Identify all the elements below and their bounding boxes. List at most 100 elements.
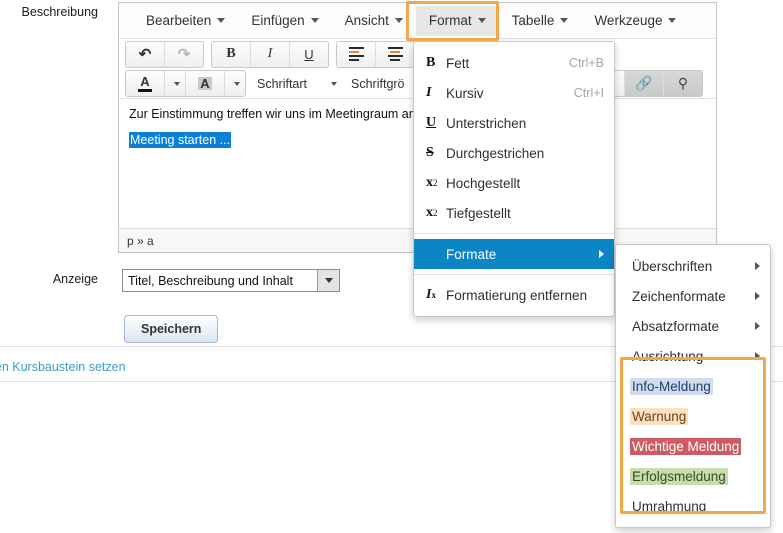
submenu-item-info-meldung[interactable]: Info-Meldung: [616, 371, 770, 401]
menu-item-hochgestellt[interactable]: x2 Hochgestellt: [414, 168, 614, 198]
align-left-button[interactable]: [337, 41, 376, 67]
menu-bearbeiten-label: Bearbeiten: [146, 13, 212, 28]
redo-icon: ↷: [177, 45, 191, 63]
chevron-down-icon: [217, 18, 226, 23]
menu-item-label: Kursiv: [446, 85, 484, 101]
formate-submenu: Überschriften Zeichenformate Absatzforma…: [615, 244, 771, 528]
menu-item-label: Formate: [446, 246, 497, 262]
align-center-icon: [387, 47, 403, 61]
menu-item-formate[interactable]: Formate: [414, 239, 614, 269]
element-path[interactable]: p » a: [127, 234, 154, 248]
text-color-dropdown[interactable]: [165, 71, 186, 96]
chevron-down-icon: [174, 81, 180, 86]
anzeige-select[interactable]: Titel, Beschreibung und Inhalt: [122, 269, 340, 292]
italic-icon: I: [426, 85, 432, 100]
underline-icon: U: [426, 115, 437, 130]
align-left-icon: [348, 47, 364, 61]
align-center-button[interactable]: [376, 41, 415, 67]
underline-icon: U: [304, 46, 314, 62]
menu-werkzeuge[interactable]: Werkzeuge: [581, 6, 689, 36]
submenu-item-warnung[interactable]: Warnung: [616, 401, 770, 431]
bold-icon: B: [226, 46, 236, 61]
bold-button[interactable]: B: [212, 41, 251, 67]
redo-button[interactable]: ↷: [165, 41, 203, 67]
superscript-icon: x2: [426, 175, 438, 190]
menu-ansicht-label: Ansicht: [344, 13, 389, 28]
submenu-item-ausrichtung[interactable]: Ausrichtung: [616, 341, 770, 371]
strikethrough-icon: S: [426, 145, 434, 160]
submenu-item-wichtige-meldung[interactable]: Wichtige Meldung: [616, 431, 770, 461]
save-button[interactable]: Speichern: [124, 315, 219, 343]
menu-item-formatierung-entfernen[interactable]: Ix Formatierung entfernen: [414, 280, 614, 310]
underline-button[interactable]: U: [290, 41, 328, 67]
menu-item-tiefgestellt[interactable]: x2 Tiefgestellt: [414, 198, 614, 228]
field-label-beschreibung: Beschreibung: [21, 5, 98, 19]
submenu-item-umrahmung[interactable]: Umrahmung: [616, 491, 770, 521]
insert-link-button[interactable]: 🔗: [625, 71, 664, 96]
menu-item-label: Fett: [446, 55, 470, 71]
menu-einfuegen[interactable]: Einfügen: [238, 6, 331, 36]
color-button-group: A A: [125, 70, 246, 97]
history-button-group: ↶ ↷: [125, 40, 204, 68]
submenu-item-label: Zeichenformate: [632, 288, 726, 304]
format-dropdown-menu: B Fett Ctrl+B I Kursiv Ctrl+I U Unterstr…: [413, 41, 615, 317]
menu-item-shortcut: Ctrl+I: [573, 86, 604, 100]
chevron-right-icon: [755, 262, 760, 270]
anzeige-select-value: Titel, Beschreibung und Inhalt: [128, 273, 293, 288]
background-color-button[interactable]: A: [186, 71, 225, 96]
text-color-button[interactable]: A: [126, 71, 165, 96]
menu-item-fett[interactable]: B Fett Ctrl+B: [414, 48, 614, 78]
chevron-down-icon: [317, 270, 339, 291]
font-family-label: Schriftart: [257, 76, 308, 91]
font-family-group: Schriftart Schriftgrö: [253, 71, 409, 96]
menu-item-label: Formatierung entfernen: [446, 287, 588, 303]
menu-bearbeiten[interactable]: Bearbeiten: [133, 6, 238, 36]
selected-link-text[interactable]: Meeting starten ...: [129, 132, 232, 148]
background-color-dropdown[interactable]: [225, 71, 245, 96]
submenu-item-label: Umrahmung: [632, 498, 707, 514]
chevron-down-icon: [560, 18, 569, 23]
link-icon: 🔗: [635, 75, 653, 91]
submenu-item-label: Ausrichtung: [632, 348, 704, 364]
chevron-down-icon: [310, 18, 319, 23]
font-family-caret[interactable]: [311, 71, 347, 96]
menu-item-durchgestrichen[interactable]: S Durchgestrichen: [414, 138, 614, 168]
menu-item-kursiv[interactable]: I Kursiv Ctrl+I: [414, 78, 614, 108]
undo-button[interactable]: ↶: [126, 41, 165, 67]
menu-item-label: Hochgestellt: [446, 175, 521, 191]
menu-format-label: Format: [428, 13, 472, 28]
submenu-item-label: Erfolgsmeldung: [630, 467, 728, 485]
menu-item-label: Tiefgestellt: [446, 205, 511, 221]
chevron-down-icon: [668, 18, 677, 23]
chevron-right-icon: [599, 250, 604, 258]
remove-link-button[interactable]: ⚲: [664, 71, 702, 96]
footer-link[interactable]: f diesen Kursbaustein setzen: [0, 360, 126, 374]
background-color-icon: A: [198, 76, 212, 91]
submenu-item-label: Absatzformate: [632, 318, 720, 334]
menu-format[interactable]: Format: [415, 5, 499, 36]
menu-separator: [414, 233, 614, 234]
bold-icon: B: [426, 55, 436, 70]
remove-format-icon: Ix: [426, 287, 436, 302]
menu-item-label: Unterstrichen: [446, 115, 527, 131]
submenu-item-erfolgsmeldung[interactable]: Erfolgsmeldung: [616, 461, 770, 491]
menu-item-shortcut: Ctrl+B: [568, 56, 604, 70]
submenu-item-absatzformate[interactable]: Absatzformate: [616, 311, 770, 341]
menu-tabelle[interactable]: Tabelle: [499, 6, 582, 36]
submenu-item-ueberschriften[interactable]: Überschriften: [616, 251, 770, 281]
chevron-down-icon: [234, 81, 240, 86]
submenu-item-label: Überschriften: [632, 258, 713, 274]
font-size-select[interactable]: Schriftgrö: [347, 71, 409, 96]
text-style-button-group: B I U: [211, 40, 329, 68]
menu-einfuegen-label: Einfügen: [251, 13, 305, 28]
submenu-item-label: Wichtige Meldung: [630, 437, 742, 455]
chevron-right-icon: [755, 292, 760, 300]
unlink-icon: ⚲: [677, 75, 689, 91]
italic-button[interactable]: I: [251, 41, 290, 67]
submenu-item-zeichenformate[interactable]: Zeichenformate: [616, 281, 770, 311]
subscript-icon: x2: [426, 205, 438, 220]
menu-item-unterstrichen[interactable]: U Unterstrichen: [414, 108, 614, 138]
menu-ansicht[interactable]: Ansicht: [332, 6, 416, 36]
italic-icon: I: [267, 46, 273, 61]
font-family-select[interactable]: Schriftart: [253, 71, 311, 96]
